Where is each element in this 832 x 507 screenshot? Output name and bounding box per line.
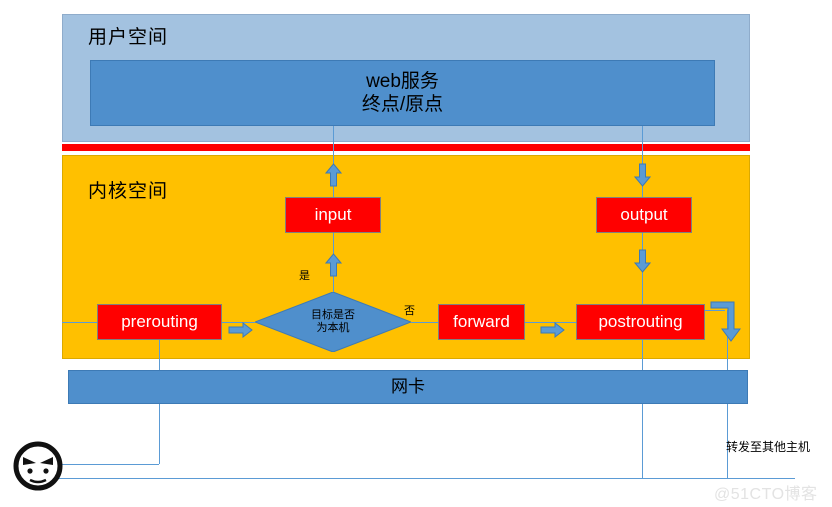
arrow-right-icon-forward-to-postrouting	[540, 322, 565, 338]
diagram-canvas: 用户空间 web服务 终点/原点 内核空间 input output prero…	[0, 0, 832, 507]
arrow-down-icon-output-to-postrouting	[634, 249, 651, 273]
kernelspace-label: 内核空间	[88, 181, 169, 202]
web-service-box: web服务 终点/原点	[90, 60, 715, 126]
chain-box-forward[interactable]: forward	[438, 304, 525, 340]
decision-no-label: 否	[404, 305, 415, 317]
web-service-line1: web服务	[366, 70, 439, 92]
connector-decision-to-forward	[411, 322, 438, 323]
arrow-down-icon-userspace-to-output	[634, 163, 651, 187]
arrow-hook-down-icon-postrouting-exit	[710, 297, 742, 343]
nic-box: 网卡	[68, 370, 748, 404]
userspace-label: 用户空间	[88, 27, 169, 48]
connector-prerouting-down-to-nic	[159, 340, 160, 370]
forward-to-other-host-label: 转发至其他主机	[726, 440, 811, 454]
arrow-up-icon-input-to-userspace	[325, 163, 342, 187]
connector-face-to-right-network	[55, 478, 795, 479]
face-icon	[12, 440, 64, 492]
connector-nic-down-right-inner	[642, 404, 643, 478]
connector-nic-to-face	[62, 464, 159, 465]
chain-box-postrouting[interactable]: postrouting	[576, 304, 705, 340]
chain-box-prerouting[interactable]: prerouting	[97, 304, 222, 340]
chain-box-input[interactable]: input	[285, 197, 381, 233]
decision-yes-label: 是	[299, 270, 310, 282]
connector-nic-to-prerouting-horizontal	[62, 322, 97, 323]
decision-diamond: 目标是否 为本机	[255, 292, 411, 352]
arrow-right-icon-prerouting-to-decision	[228, 322, 253, 338]
connector-nic-down-left	[159, 404, 160, 464]
arrow-up-icon-decision-to-input	[325, 253, 342, 277]
connector-postrouting-down-to-nic	[642, 340, 643, 370]
watermark: @51CTO博客	[714, 486, 818, 503]
userspace-kernelspace-divider	[62, 144, 750, 151]
chain-box-output[interactable]: output	[596, 197, 692, 233]
web-service-line2: 终点/原点	[361, 94, 444, 115]
